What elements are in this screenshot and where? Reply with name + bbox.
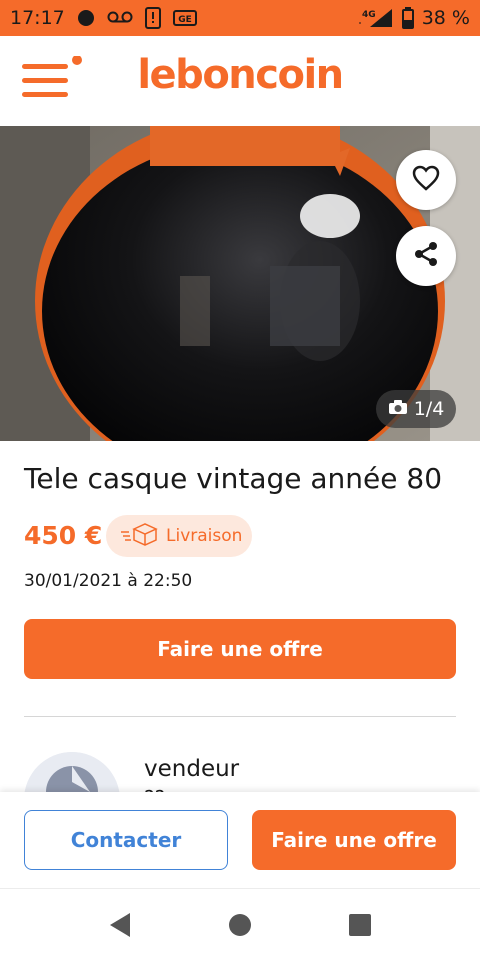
bottom-action-bar: Contacter Faire une offre <box>0 792 480 888</box>
leboncoin-logo[interactable]: leboncoin <box>0 52 480 98</box>
system-nav-bar <box>0 888 480 960</box>
heart-icon <box>412 165 440 195</box>
notification-dot-icon <box>77 9 95 27</box>
seller-section[interactable]: vendeur ?? <box>0 740 480 800</box>
delivery-label: Livraison <box>166 526 243 546</box>
listing-photo[interactable]: 1/4 <box>0 126 480 441</box>
share-icon <box>412 240 440 272</box>
network-label: 4G <box>362 10 376 20</box>
photo-counter-text: 1/4 <box>413 398 445 420</box>
ge-app-icon: GE <box>172 10 197 26</box>
app-header: leboncoin <box>0 36 480 126</box>
share-button[interactable] <box>396 226 456 286</box>
delivery-box-icon <box>120 522 158 551</box>
voicemail-icon <box>107 10 133 26</box>
battery-icon <box>401 7 414 29</box>
seller-name: vendeur <box>144 756 240 782</box>
photo-counter: 1/4 <box>376 390 456 428</box>
svg-text:GE: GE <box>178 15 192 25</box>
delivery-badge: Livraison <box>106 515 252 557</box>
listing-price: 450 € <box>24 521 103 550</box>
signal-icon: 4G <box>358 7 394 29</box>
divider <box>24 716 456 717</box>
status-bar: 17:17 GE 4G 38 % <box>0 0 480 36</box>
recents-square-icon[interactable] <box>344 909 376 941</box>
listing-title: Tele casque vintage année 80 <box>24 462 443 495</box>
camera-icon <box>388 398 408 420</box>
back-triangle-icon[interactable] <box>104 909 136 941</box>
contact-button[interactable]: Contacter <box>24 810 228 870</box>
make-offer-bottom-button[interactable]: Faire une offre <box>252 810 456 870</box>
battery-level: 38 % <box>421 7 470 29</box>
status-time: 17:17 <box>10 7 65 29</box>
make-offer-button[interactable]: Faire une offre <box>24 619 456 679</box>
listing-date: 30/01/2021 à 22:50 <box>24 571 193 591</box>
home-circle-icon[interactable] <box>224 909 256 941</box>
favorite-button[interactable] <box>396 150 456 210</box>
sim-alert-icon <box>144 7 161 29</box>
